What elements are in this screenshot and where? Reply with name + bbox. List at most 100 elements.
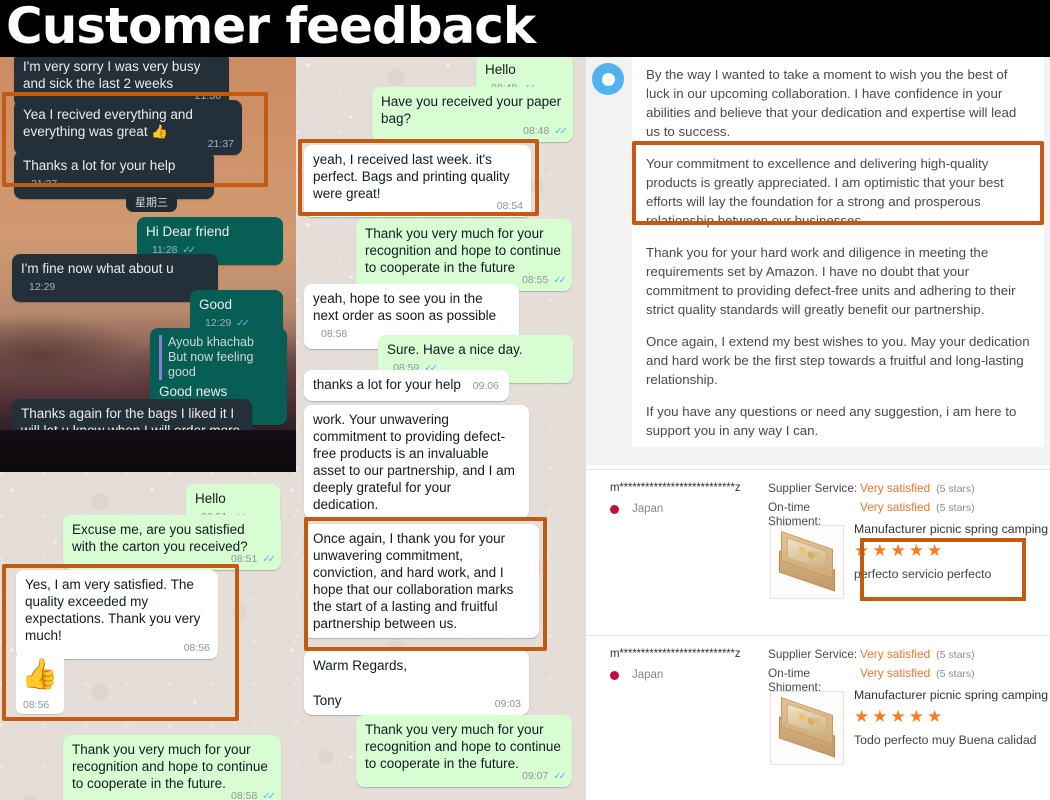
bubble-time: 08:58 ✓✓ xyxy=(231,788,276,800)
bubble-text: work. Your unwavering commitment to prov… xyxy=(313,412,515,512)
score-row-supplier-service: Supplier Service: Very satisfied (5 star… xyxy=(768,481,975,495)
score-value: Very satisfied xyxy=(860,500,931,514)
reviewer-country: Japan xyxy=(610,669,780,681)
country-dot-icon xyxy=(610,504,619,514)
message-paragraph: By the way I wanted to take a moment to … xyxy=(646,67,1017,139)
chat-bubble[interactable]: I'm fine now what about u 12:29 xyxy=(12,254,218,302)
quoted-reply: Ayoub khachab But now feeling good xyxy=(159,335,278,380)
rating-stars-icon: ★★★★★ xyxy=(854,707,946,726)
read-receipt-icon: ✓✓ xyxy=(554,126,568,137)
bubble-text: I'm fine now what about u xyxy=(21,261,174,276)
chat-bubble[interactable]: Yes, I am very satisfied. The quality ex… xyxy=(16,570,218,659)
bubble-text: thanks a lot for your help xyxy=(313,377,461,392)
bubble-time: 08:51 ✓✓ xyxy=(231,551,276,568)
bubble-time: 09:03 xyxy=(494,698,521,710)
bubble-text: Once again, I thank you for your unwaver… xyxy=(313,531,514,631)
bubble-text: Thank you very much for your recognition… xyxy=(365,226,561,275)
reviewer-info: m***************************z Japan xyxy=(610,648,780,681)
chat-bubble[interactable]: Once again, I thank you for your unwaver… xyxy=(304,524,539,638)
middle-chat-column: Hello 08:48 ✓✓ Have you received your pa… xyxy=(296,47,586,800)
time-text: 08:51 xyxy=(231,553,258,565)
chat-bubble[interactable]: Excuse me, are you satisfied with the ca… xyxy=(63,515,281,570)
product-title[interactable]: Manufacturer picnic spring camping p xyxy=(854,522,1050,536)
score-value: Very satisfied xyxy=(860,647,931,661)
chat-bubble[interactable]: Yea I recived everything and everything … xyxy=(14,100,242,155)
reviewer-id: m***************************z xyxy=(610,482,741,494)
bubble-text: Have you received your paper bag? xyxy=(381,94,562,126)
bubble-text: Hi Dear friend xyxy=(146,224,230,239)
chat-bubble[interactable]: Thanks again for the bags I liked it I w… xyxy=(12,399,252,471)
rating-stars-icon: ★★★★★ xyxy=(854,541,946,560)
bubble-time: 09:07 ✓✓ xyxy=(522,768,567,785)
bubble-text: Hello xyxy=(195,491,226,506)
tradmanager-avatar-icon xyxy=(592,63,624,95)
bubble-text: Hello xyxy=(485,62,516,77)
score-label: On-time Shipment: xyxy=(768,666,822,694)
bubble-signature: Tony xyxy=(313,693,342,708)
bubble-time: 21:37 xyxy=(31,178,58,190)
score-stars-text: (5 stars) xyxy=(936,502,975,514)
bubble-text: Good news xyxy=(159,384,228,399)
whatsapp-light-conversation-left[interactable]: Hello 08:51 ✓✓ Excuse me, are you satisf… xyxy=(0,472,296,800)
chat-bubble[interactable]: I'm very sorry I was very busy and sick … xyxy=(14,52,229,107)
reviews-section: m***************************z Japan Supp… xyxy=(586,465,1050,800)
review-row[interactable]: m***************************z Japan Supp… xyxy=(586,469,1050,635)
bubble-text: Good xyxy=(199,297,233,312)
chat-bubble[interactable]: Have you received your paper bag? 08:48 … xyxy=(372,87,573,142)
score-label: Supplier Service: xyxy=(768,481,858,495)
country-label: Japan xyxy=(632,669,664,681)
tradmanager-message-pane: By the way I wanted to take a moment to … xyxy=(586,47,1050,465)
sticker-bubble[interactable]: 👍 08:56 xyxy=(16,652,64,714)
score-value: Very satisfied xyxy=(860,481,931,495)
bubble-time: 12:31 xyxy=(217,454,244,466)
review-body: Manufacturer picnic spring camping p ★★★… xyxy=(854,688,1050,747)
chat-bubble[interactable]: thanks a lot for your help 09:06 xyxy=(304,370,509,401)
time-text: 08:58 xyxy=(231,790,258,800)
product-title[interactable]: Manufacturer picnic spring camping p xyxy=(854,688,1050,702)
day-separator: 星期三 xyxy=(126,192,177,212)
product-thumbnail[interactable] xyxy=(770,525,844,599)
screenshot-root: Customer feedback I'm very sorry I was v… xyxy=(0,0,1050,800)
score-label: On-time Shipment: xyxy=(768,500,822,528)
chat-bubble[interactable]: Thank you very much for your recognition… xyxy=(356,219,572,291)
chat-bubble[interactable]: yeah, I received last week. it's perfect… xyxy=(304,145,531,217)
quote-author: Ayoub khachab xyxy=(168,335,254,349)
bubble-time: 08:55 ✓✓ xyxy=(522,272,567,289)
bubble-text: I'm very sorry I was very busy and sick … xyxy=(23,59,201,91)
read-receipt-icon: ✓✓ xyxy=(553,275,567,286)
bubble-text: Sure. Have a nice day. xyxy=(387,342,523,357)
bubble-time: 12:29 xyxy=(29,281,56,293)
read-receipt-icon: ✓✓ xyxy=(262,791,276,800)
bubble-text: Yes, I am very satisfied. The quality ex… xyxy=(25,577,201,643)
chat-bubble[interactable]: Warm Regards, Tony 09:03 xyxy=(304,651,529,715)
review-body: Manufacturer picnic spring camping p ★★★… xyxy=(854,522,1050,581)
whatsapp-dark-conversation[interactable]: I'm very sorry I was very busy and sick … xyxy=(0,47,296,472)
thumbs-up-icon: 👍 xyxy=(21,658,59,691)
bubble-text: Excuse me, are you satisfied with the ca… xyxy=(72,522,248,554)
chat-bubble[interactable]: Thanks a lot for your help 21:37 xyxy=(14,151,214,199)
product-thumbnail[interactable] xyxy=(770,691,844,765)
whatsapp-light-conversation-middle[interactable]: Hello 08:48 ✓✓ Have you received your pa… xyxy=(296,47,586,800)
chat-bubble[interactable]: Thank you very much for your recognition… xyxy=(356,715,572,787)
bubble-text: Thank you very much for your recognition… xyxy=(365,722,561,771)
message-paragraph: Once again, I extend my best wishes to y… xyxy=(646,334,1030,387)
score-label: Supplier Service: xyxy=(768,647,858,661)
bubble-time: 08:48 ✓✓ xyxy=(523,123,568,140)
bubble-text: yeah, hope to see you in the next order … xyxy=(313,291,497,323)
review-row[interactable]: m***************************z Japan Supp… xyxy=(586,635,1050,800)
left-chat-column: I'm very sorry I was very busy and sick … xyxy=(0,47,296,800)
reviewer-id: m***************************z xyxy=(610,648,741,660)
score-stars-text: (5 stars) xyxy=(936,649,975,661)
message-paragraph: Thank you for your hard work and diligen… xyxy=(646,245,1016,317)
message-paragraph-highlighted: Your commitment to excellence and delive… xyxy=(646,156,1004,228)
chat-bubble[interactable]: Thank you very much for your recognition… xyxy=(63,735,281,800)
chat-bubble[interactable]: work. Your unwavering commitment to prov… xyxy=(304,405,529,519)
bubble-time: 08:56 xyxy=(23,699,50,711)
read-receipt-icon: ✓✓ xyxy=(553,771,567,782)
time-text: 08:48 xyxy=(523,125,550,137)
time-text: 09:07 xyxy=(522,770,549,782)
quote-text: But now feeling good xyxy=(168,350,254,379)
reviewer-country: Japan xyxy=(610,503,780,515)
message-card[interactable]: By the way I wanted to take a moment to … xyxy=(632,56,1044,447)
bubble-text: Thanks a lot for your help xyxy=(23,158,176,173)
